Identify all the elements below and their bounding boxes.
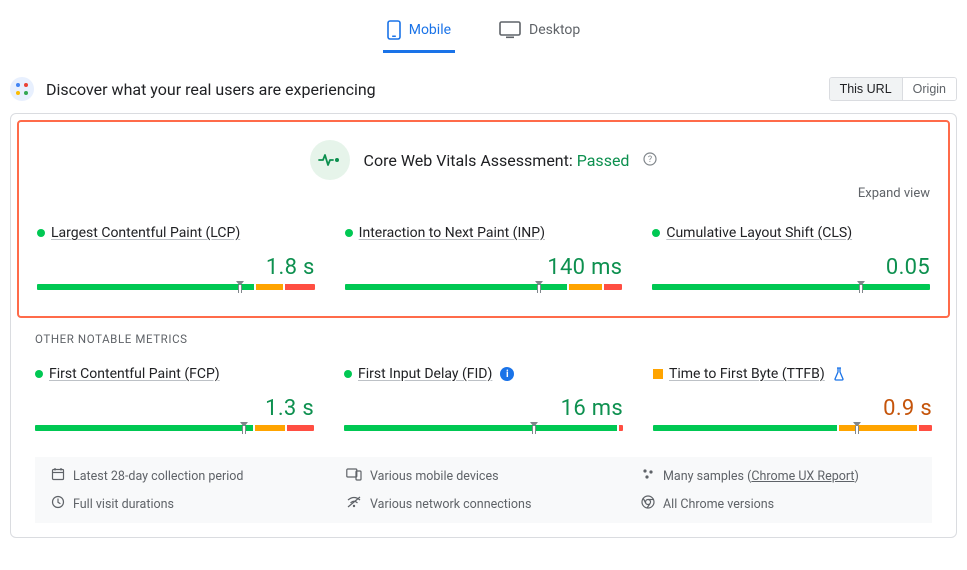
percentile-marker	[240, 422, 248, 434]
page-title: Discover what your real users are experi…	[46, 80, 376, 99]
metric-value: 140 ms	[345, 255, 623, 280]
percentile-marker	[236, 281, 244, 293]
pulse-icon	[310, 140, 350, 180]
scope-this-url[interactable]: This URL	[830, 78, 902, 100]
status-indicator	[652, 229, 660, 237]
mobile-icon	[387, 20, 401, 40]
flask-icon[interactable]	[833, 367, 845, 381]
core-web-vitals-section: Core Web Vitals Assessment: Passed ? Exp…	[17, 120, 950, 318]
metric-inp: Interaction to Next Paint (INP) 140 ms	[345, 225, 623, 294]
metric-fid: First Input Delay (FID) i 16 ms	[344, 366, 623, 435]
footer-visit: Full visit durations	[51, 495, 326, 513]
tab-desktop[interactable]: Desktop	[495, 14, 584, 53]
footer-versions: All Chrome versions	[641, 495, 916, 513]
metric-name[interactable]: Cumulative Layout Shift (CLS)	[666, 225, 852, 241]
status-indicator	[345, 229, 353, 237]
metric-name[interactable]: Interaction to Next Paint (INP)	[359, 225, 545, 241]
percentile-marker	[857, 281, 865, 293]
metric-name[interactable]: First Input Delay (FID)	[358, 366, 492, 382]
metric-ttfb: Time to First Byte (TTFB) 0.9 s	[653, 366, 932, 435]
distribution-bar	[35, 425, 314, 435]
footer-period: Latest 28-day collection period	[51, 467, 326, 485]
assessment-label: Core Web Vitals Assessment: Passed	[364, 151, 630, 170]
status-indicator	[653, 369, 663, 379]
help-icon[interactable]: ?	[643, 151, 657, 170]
metric-value: 0.9 s	[653, 396, 932, 421]
svg-text:?: ?	[648, 155, 652, 165]
metric-fcp: First Contentful Paint (FCP) 1.3 s	[35, 366, 314, 435]
footer-samples: Many samples (Chrome UX Report)	[641, 467, 916, 485]
chrome-ux-report-link[interactable]: Chrome UX Report	[751, 469, 854, 484]
expand-view-link[interactable]: Expand view	[37, 186, 930, 201]
distribution-bar	[652, 284, 930, 294]
status-indicator	[344, 370, 352, 378]
metric-value: 0.05	[652, 255, 930, 280]
footer-info: Latest 28-day collection period Various …	[35, 457, 932, 523]
footer-network: Various network connections	[346, 495, 621, 513]
metric-cls: Cumulative Layout Shift (CLS) 0.05	[652, 225, 930, 294]
distribution-bar	[653, 425, 932, 435]
footer-devices: Various mobile devices	[346, 467, 621, 485]
percentile-marker	[853, 422, 861, 434]
assessment-status: Passed	[577, 151, 630, 170]
tab-mobile-label: Mobile	[409, 22, 451, 38]
distribution-bar	[345, 284, 623, 294]
crux-logo-icon	[10, 77, 34, 101]
devices-icon	[346, 468, 362, 485]
status-indicator	[37, 229, 45, 237]
device-tabs: Mobile Desktop	[0, 8, 967, 53]
info-icon[interactable]: i	[500, 367, 514, 381]
distribution-bar	[344, 425, 623, 435]
field-data-card: Core Web Vitals Assessment: Passed ? Exp…	[10, 113, 957, 538]
status-indicator	[35, 370, 43, 378]
scope-toggle: This URL Origin	[829, 77, 957, 101]
clock-icon	[51, 495, 65, 513]
calendar-icon	[51, 467, 65, 485]
distribution-bar	[37, 284, 315, 294]
metric-name[interactable]: Largest Contentful Paint (LCP)	[51, 225, 240, 241]
metric-lcp: Largest Contentful Paint (LCP) 1.8 s	[37, 225, 315, 294]
samples-icon	[641, 467, 655, 485]
scope-origin[interactable]: Origin	[902, 78, 956, 100]
metric-value: 1.3 s	[35, 396, 314, 421]
metric-name[interactable]: Time to First Byte (TTFB)	[669, 366, 825, 382]
other-metrics-heading: OTHER NOTABLE METRICS	[35, 332, 932, 346]
metric-name[interactable]: First Contentful Paint (FCP)	[49, 366, 220, 382]
tab-desktop-label: Desktop	[529, 22, 580, 38]
network-icon	[346, 496, 362, 512]
metric-value: 1.8 s	[37, 255, 315, 280]
metric-value: 16 ms	[344, 396, 623, 421]
chrome-icon	[641, 495, 655, 513]
tab-mobile[interactable]: Mobile	[383, 14, 455, 53]
percentile-marker	[535, 281, 543, 293]
desktop-icon	[499, 21, 521, 39]
percentile-marker	[530, 422, 538, 434]
